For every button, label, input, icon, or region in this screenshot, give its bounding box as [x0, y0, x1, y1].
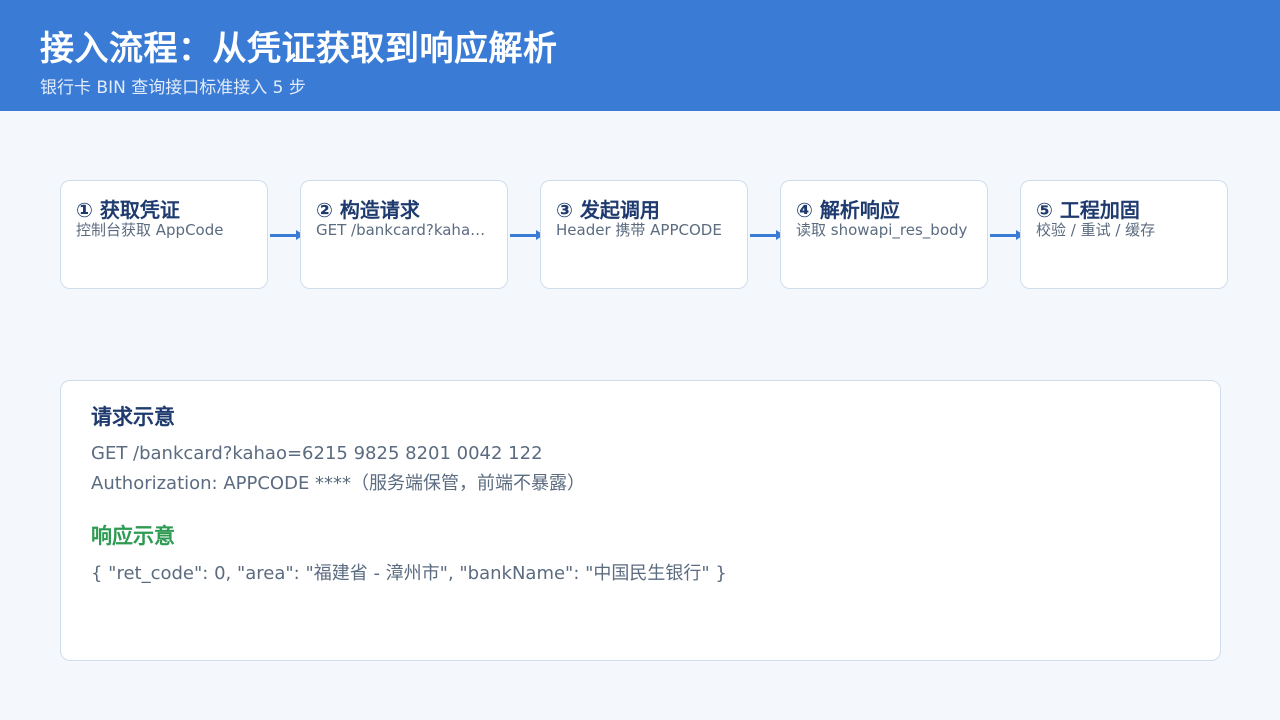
request-auth-line: Authorization: APPCODE ****（服务端保管，前端不暴露）	[91, 473, 586, 494]
step-title: ④ 解析响应	[796, 198, 900, 222]
arrow-right-icon	[750, 230, 784, 240]
response-section-title: 响应示意	[91, 524, 175, 548]
arrow-right-icon	[990, 230, 1024, 240]
step-description: 校验 / 重试 / 缓存	[1036, 221, 1156, 239]
request-line: GET /bankcard?kahao=6215 9825 8201 0042 …	[91, 443, 543, 464]
step-title: ⑤ 工程加固	[1036, 198, 1140, 222]
response-line: { "ret_code": 0, "area": "福建省 - 漳州市", "b…	[91, 563, 727, 584]
page-subtitle: 银行卡 BIN 查询接口标准接入 5 步	[40, 78, 306, 98]
step-card-1: ① 获取凭证 控制台获取 AppCode	[60, 180, 268, 289]
process-flow: ① 获取凭证 控制台获取 AppCode ② 构造请求 GET /bankcar…	[60, 180, 1230, 291]
step-card-5: ⑤ 工程加固 校验 / 重试 / 缓存	[1020, 180, 1228, 289]
arrow-right-icon	[510, 230, 544, 240]
page-title: 接入流程：从凭证获取到响应解析	[40, 29, 558, 69]
step-title: ③ 发起调用	[556, 198, 660, 222]
step-card-2: ② 构造请求 GET /bankcard?kahao=…	[300, 180, 508, 289]
step-description: GET /bankcard?kahao=…	[316, 221, 492, 239]
step-title: ② 构造请求	[316, 198, 420, 222]
example-panel: 请求示意 GET /bankcard?kahao=6215 9825 8201 …	[60, 380, 1221, 661]
header-banner: 接入流程：从凭证获取到响应解析 银行卡 BIN 查询接口标准接入 5 步	[0, 0, 1280, 111]
step-description: 读取 showapi_res_body	[796, 221, 968, 239]
request-section-title: 请求示意	[91, 405, 175, 429]
step-card-3: ③ 发起调用 Header 携带 APPCODE	[540, 180, 748, 289]
step-card-4: ④ 解析响应 读取 showapi_res_body	[780, 180, 988, 289]
step-description: Header 携带 APPCODE	[556, 221, 722, 239]
step-title: ① 获取凭证	[76, 198, 180, 222]
arrow-right-icon	[270, 230, 304, 240]
step-description: 控制台获取 AppCode	[76, 221, 224, 239]
